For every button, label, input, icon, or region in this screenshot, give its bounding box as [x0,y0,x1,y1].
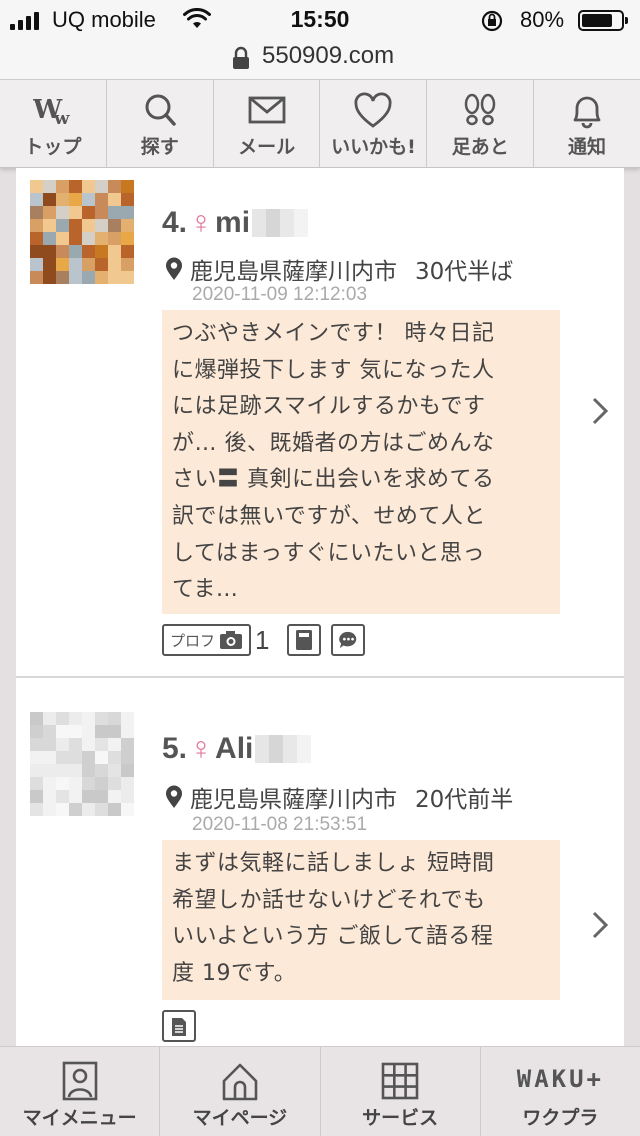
nav-notifications[interactable]: 通知 [534,80,640,167]
list-item[interactable]: 4. ♀ mi 鹿児島県薩摩川内市 30代半ば 2020-11-09 12:12… [16,168,624,678]
location-text: 鹿児島県薩摩川内市 [190,259,397,285]
avatar[interactable] [30,712,134,816]
post-name: 4. ♀ mi [162,204,309,241]
status-bar: UQ mobile 15:50 80% [0,0,640,40]
nav-like[interactable]: いいかも! [320,80,428,167]
message-line: してはまっすぐにいたいと思っ [172,540,486,566]
svg-text:w: w [53,108,70,129]
message-line: さい〓 真剣に出会いを求めてる [172,467,495,493]
map-pin-icon [166,257,182,280]
avatar[interactable] [30,180,134,284]
grid-icon [381,1062,419,1100]
age-text: 20代前半 [415,787,514,813]
location-row: 鹿児島県薩摩川内市 20代前半 [164,780,513,814]
chat-badge[interactable] [331,624,366,656]
post-date: 2020-11-08 21:53:51 [192,814,368,835]
blurred-name [252,208,309,237]
document-icon [172,1018,186,1036]
footprints-icon [464,93,496,126]
blurred-name [255,734,312,763]
chevron-right-icon[interactable] [590,396,610,426]
message-line: に爆弾投下します 気になった人 [172,357,495,383]
bottom-nav-label: マイページ [192,1107,288,1129]
camera-icon [220,631,243,649]
padlock-icon [233,46,249,69]
message-line: 度 19です。 [172,960,297,986]
user-card-icon [62,1061,97,1101]
bottom-nav-label: サービス [362,1107,439,1129]
bottom-nav-my-menu[interactable]: マイメニュー [0,1047,161,1136]
post-number: 4. [162,205,188,239]
location-text: 鹿児島県薩摩川内市 [190,787,397,813]
post-name: 5. ♀ Ali [162,730,312,767]
nav-mail[interactable]: メール [214,80,321,167]
nav-label: 通知 [568,136,607,158]
user-name: Ali [215,731,254,765]
message-line: 希望しか話せないけどそれでも [172,887,486,913]
location-row: 鹿児島県薩摩川内市 30代半ば [164,252,513,286]
profile-badge[interactable] [162,1010,196,1042]
diary-badge[interactable] [287,624,322,656]
post-list: 4. ♀ mi 鹿児島県薩摩川内市 30代半ば 2020-11-09 12:12… [16,168,624,1046]
address-bar[interactable]: 550909.com [0,40,640,80]
divider [16,676,624,678]
message-line: には足跡スマイルするかもです [172,394,486,420]
ww-logo-icon: W w [33,95,70,129]
bottom-nav-wakupura[interactable]: WAKU+ ワクプラ [481,1047,640,1136]
map-pin-icon [166,785,182,808]
post-number: 5. [162,731,188,765]
battery-icon [578,10,628,31]
post-date: 2020-11-09 12:12:03 [192,284,368,305]
waku-plus-logo: WAKU+ [516,1065,604,1093]
home-icon [222,1063,258,1101]
photo-count: 1 [255,624,270,655]
bottom-nav-label: マイメニュー [22,1107,137,1129]
nav-top[interactable]: W w トップ [0,80,107,167]
profile-photo-badge[interactable]: プロフ [162,624,252,656]
battery-percent: 80% [520,7,565,32]
message-line: まずは気軽に話しましょ 短時間 [172,851,495,876]
bottom-nav-services[interactable]: サービス [321,1047,481,1136]
message-line: 訳では無いですが、せめて人と [172,503,486,529]
search-icon [145,94,176,126]
list-item[interactable]: 5. ♀ Ali 鹿児島県薩摩川内市 20代前半 2020-11-08 21:5… [16,680,624,1046]
notebook-icon [296,630,313,650]
nav-label: 足あと [451,136,509,158]
message-line: いいよという方 ご飯して語る程 [172,924,494,950]
chevron-right-icon[interactable] [590,910,610,940]
female-icon: ♀ [189,730,214,766]
top-navigation: W w トップ 探す メール いいかも! 足あと 通知 [0,80,640,168]
message-line: が… 後、既婚者の方はごめんな [172,430,495,456]
nav-label: 探す [140,136,179,158]
female-icon: ♀ [189,204,214,240]
nav-label: メール [238,136,296,158]
age-text: 30代半ば [415,259,514,285]
bell-icon [573,96,601,129]
badge-row [162,1010,196,1042]
nav-footprints[interactable]: 足あと [427,80,535,167]
message-preview[interactable]: つぶやきメインです！ 時々日記 に爆弾投下します 気になった人 には足跡スマイル… [162,310,560,614]
message-line: てま… [172,577,239,603]
nav-label: いいかも! [331,136,416,158]
user-name: mi [215,205,251,239]
badge-row: プロフ 1 [162,624,366,656]
bottom-nav-my-page[interactable]: マイページ [160,1047,321,1136]
url-text: 550909.com [262,42,395,69]
rotation-lock-icon [481,10,503,32]
nav-label: トップ [24,136,82,158]
heart-icon [354,92,392,128]
message-preview[interactable]: まずは気軽に話しましょ 短時間 希望しか話せないけどそれでも いいよという方 ご… [162,840,560,1000]
bottom-nav-label: ワクプラ [522,1107,599,1129]
mail-icon [248,96,285,124]
chat-bubble-icon [339,631,357,649]
bottom-navigation: マイメニュー マイページ サービス WAKU+ ワクプラ [0,1046,640,1136]
message-line: つぶやきメインです！ 時々日記 [172,321,495,346]
badge-label: プロフ [170,631,216,650]
nav-search[interactable]: 探す [107,80,214,167]
